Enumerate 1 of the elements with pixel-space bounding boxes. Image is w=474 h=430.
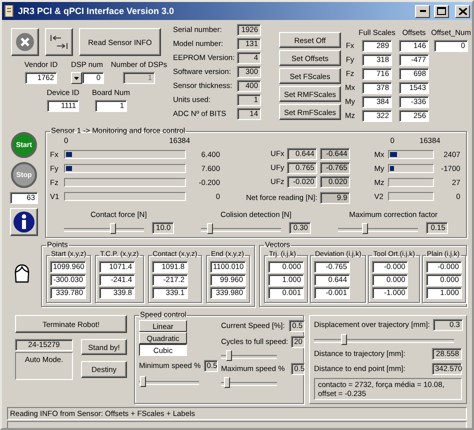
window-title: JR3 PCI & qPCI Interface Version 3.0	[18, 6, 176, 16]
